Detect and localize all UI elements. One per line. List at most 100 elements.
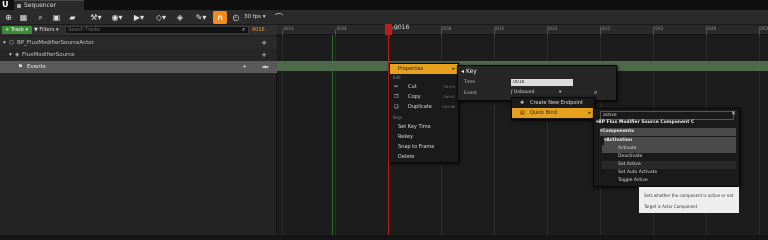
duplicate-icon: ❏	[394, 104, 399, 110]
menu-item-set-key-time[interactable]: Set Key Time	[390, 122, 458, 132]
time-label: Time	[464, 80, 476, 85]
menu-item-properties[interactable]: Properties ▸	[390, 64, 458, 74]
menu-item-cut[interactable]: ✂ Cut Ctrl+X	[390, 82, 458, 92]
shortcut-label: Ctrl+X	[443, 85, 455, 89]
browse-icon[interactable]: ⌕	[594, 89, 597, 97]
expand-arrow-icon[interactable]: ▾	[9, 49, 12, 61]
unreal-logo-icon: U	[2, 0, 9, 9]
menu-label: Duplicate	[408, 104, 432, 110]
snap-icon[interactable]: ◈	[174, 11, 186, 24]
quick-bind-menu: ✕ ▾BP Flux Modifier Source Component C ▾…	[593, 108, 740, 187]
shortcut-label: Ctrl+W	[442, 105, 455, 109]
tab-sequencer[interactable]: Sequencer	[14, 0, 84, 10]
category-components[interactable]: ▾Components	[600, 128, 736, 136]
clear-search-icon[interactable]: ✕	[731, 110, 736, 117]
fps-dropdown[interactable]: 30 fps ▾	[244, 11, 266, 24]
collapse-arrow-icon[interactable]: ◂	[461, 68, 464, 75]
track-label: BP_FluxModifierSourceActor	[17, 40, 94, 46]
quick-bind-icon: ▤	[520, 110, 525, 116]
time-field[interactable]	[511, 79, 573, 86]
track-label: FluxModifierSource	[22, 52, 75, 58]
track-row-actor[interactable]: ▾ ⬡ BP_FluxModifierSourceActor +	[0, 37, 277, 49]
expand-arrow-icon[interactable]: ▾	[3, 37, 6, 49]
title-bar	[0, 0, 768, 10]
playhead-label: 0016	[394, 24, 410, 31]
component-icon: ◈	[15, 52, 20, 58]
dropdown-arrow-icon: ▾	[559, 90, 562, 95]
function-icon: ƒ	[511, 90, 513, 95]
shortcut-label: Ctrl+C	[443, 95, 455, 99]
add-track-plus-icon[interactable]: +	[261, 49, 267, 61]
endpoint-menu: ✚ Create New Endpoint ▤ Quick Bind ▸	[511, 97, 595, 120]
function-item-toggle-active[interactable]: Toggle Active	[618, 177, 648, 185]
add-track-button[interactable]: + Track ▾	[2, 26, 32, 34]
menu-item-copy[interactable]: ❐ Copy Ctrl+C	[390, 92, 458, 102]
tooltip-description: Sets whether the component is active or …	[644, 193, 734, 198]
copy-icon: ❐	[394, 94, 399, 100]
menu-item-delete[interactable]: Delete	[390, 152, 458, 162]
key-properties-panel: ◂ Key Time Event ƒ Unbound ▾ ⌕	[457, 65, 617, 101]
event-label: Event	[464, 91, 477, 96]
edit-options-icon[interactable]: ✎▾	[193, 11, 209, 24]
menu-section-edit: Edit	[393, 75, 401, 80]
actor-icon: ⬡	[9, 40, 14, 46]
track-row-component[interactable]: ▾ ◈ FluxModifierSource +	[0, 49, 277, 61]
time-tick-label: 0008	[441, 26, 452, 31]
flux-button[interactable]: ∩	[213, 11, 227, 24]
view-options-icon[interactable]: ◉▾	[108, 11, 126, 24]
current-frame-readout[interactable]: 0016	[252, 26, 265, 34]
class-header: ▾BP Flux Modifier Source Component C	[596, 120, 695, 125]
track-label: Events	[27, 64, 46, 70]
function-tooltip: Sets whether the component is active or …	[639, 187, 739, 213]
world-icon[interactable]: ⊕	[2, 11, 15, 24]
menu-label: Properties	[398, 66, 424, 72]
track-row-events[interactable]: ⚑ Events + ◂◆▸	[0, 61, 277, 73]
menu-item-create-new-endpoint[interactable]: ✚ Create New Endpoint	[512, 98, 594, 108]
add-key-plus-icon[interactable]: +	[242, 61, 247, 73]
key-options-icon[interactable]: ◇▾	[153, 11, 169, 24]
render-movie-icon[interactable]: ▣	[50, 11, 63, 24]
function-item-activate[interactable]: Activate	[602, 145, 736, 153]
key-panel-title: ◂ Key	[461, 68, 477, 75]
menu-item-rekey[interactable]: Rekey	[390, 132, 458, 142]
function-item-set-active[interactable]: Set Active	[602, 161, 736, 169]
time-tick-label: 0040	[653, 26, 664, 31]
time-tick-label: 0048	[706, 26, 717, 31]
quick-bind-search-input[interactable]	[600, 111, 734, 120]
key-context-menu: Properties ▸ Edit ✂ Cut Ctrl+X ❐ Copy Ct…	[389, 63, 459, 163]
time-tick-label: -0016	[282, 26, 294, 31]
event-binding-dropdown[interactable]: ƒ Unbound ▾	[511, 89, 591, 97]
search-tracks-input[interactable]	[65, 26, 249, 34]
submenu-arrow-icon: ▸	[452, 66, 455, 72]
sequencer-tab-icon	[17, 4, 21, 8]
camera-icon[interactable]: ▰	[66, 11, 79, 24]
time-tick-label: -0008	[335, 26, 347, 31]
add-track-plus-icon[interactable]: +	[261, 37, 267, 49]
function-item-set-auto-activate[interactable]: Set Auto Activate	[618, 169, 657, 177]
time-tick-label: 0024	[547, 26, 558, 31]
settings-icon[interactable]: ⚒▾	[88, 11, 104, 24]
curve-editor-icon[interactable]: ⌒	[273, 11, 285, 24]
time-ruler[interactable]	[277, 25, 768, 35]
time-tick-label: 0016	[494, 26, 505, 31]
playhead-handle[interactable]	[385, 24, 392, 35]
menu-section-keys: Keys	[393, 115, 403, 120]
submenu-arrow-icon: ▸	[588, 110, 591, 116]
tooltip-target: Target is Actor Component	[644, 204, 698, 209]
menu-label: Copy	[408, 94, 421, 100]
filters-button[interactable]: ▼ Filters ▾	[34, 26, 62, 34]
category-activation[interactable]: ▾Activation	[604, 137, 736, 145]
menu-item-quick-bind[interactable]: ▤ Quick Bind ▸	[512, 108, 594, 118]
search-icon[interactable]: ⌕	[242, 26, 250, 34]
event-flag-icon: ⚑	[18, 64, 23, 70]
menu-item-snap-to-frame[interactable]: Snap to Frame	[390, 142, 458, 152]
time-tick-label: 0032	[600, 26, 611, 31]
playback-options-icon[interactable]: ▶▾	[131, 11, 147, 24]
key-navigation-icon[interactable]: ◂◆▸	[262, 61, 269, 73]
save-icon[interactable]: ▦	[17, 11, 30, 24]
search-icon[interactable]: ⌕	[34, 11, 47, 24]
function-item-deactivate[interactable]: Deactivate	[618, 153, 642, 161]
create-endpoint-icon: ✚	[520, 100, 525, 106]
time-icon[interactable]: ◴	[230, 11, 242, 24]
menu-item-duplicate[interactable]: ❏ Duplicate Ctrl+W	[390, 102, 458, 112]
